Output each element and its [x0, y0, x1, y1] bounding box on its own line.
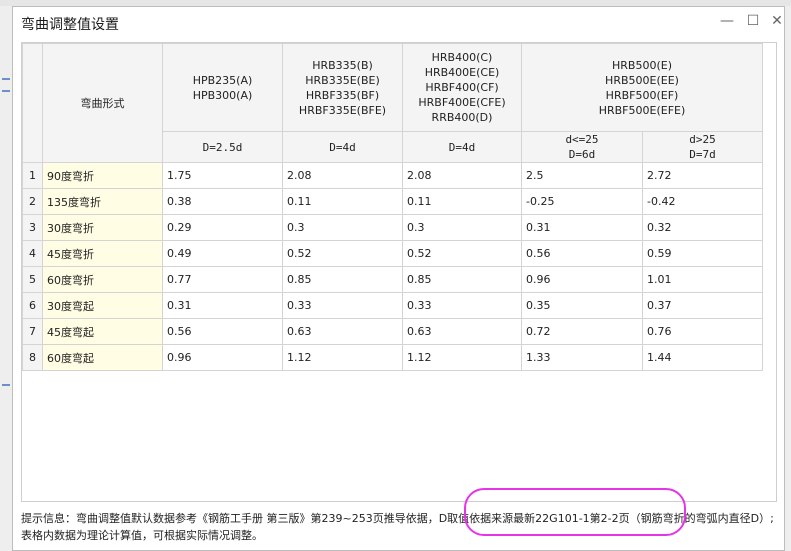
value-cell[interactable]: 2.72: [642, 162, 763, 189]
value-cell[interactable]: 1.12: [282, 344, 403, 371]
table-row[interactable]: 7 45度弯起 0.56 0.63 0.63 0.72 0.76: [22, 318, 763, 345]
bend-form-cell: 135度弯折: [42, 188, 163, 215]
bend-adjust-dialog: 弯曲调整值设置 — ☐ ✕ 弯曲形式 HPB235(A) HPB300(A) HR…: [12, 6, 785, 551]
value-cell[interactable]: 1.75: [162, 162, 283, 189]
value-cell[interactable]: 0.56: [521, 240, 643, 267]
value-cell[interactable]: 0.31: [521, 214, 643, 241]
row-number: 1: [22, 162, 43, 189]
value-cell[interactable]: 0.3: [282, 214, 403, 241]
maximize-button[interactable]: ☐: [742, 11, 764, 31]
diameter-header[interactable]: d<=25 D=6d: [521, 131, 643, 163]
value-cell[interactable]: 1.12: [402, 344, 522, 371]
bend-form-cell: 30度弯起: [42, 292, 163, 319]
value-cell[interactable]: -0.42: [642, 188, 763, 215]
row-number: 2: [22, 188, 43, 215]
value-cell[interactable]: 1.44: [642, 344, 763, 371]
value-cell[interactable]: 1.33: [521, 344, 643, 371]
form-column-header[interactable]: 弯曲形式: [42, 43, 163, 163]
bend-form-cell: 90度弯折: [42, 162, 163, 189]
bend-form-cell: 45度弯起: [42, 318, 163, 345]
group-header-hrb400[interactable]: HRB400(C) HRB400E(CE) HRBF400(CF) HRBF400E(…: [402, 43, 522, 132]
value-cell[interactable]: 0.52: [402, 240, 522, 267]
table-row[interactable]: 5 60度弯折 0.77 0.85 0.85 0.96 1.01: [22, 266, 763, 293]
bend-form-cell: 60度弯折: [42, 266, 163, 293]
dialog-titlebar: 弯曲调整值设置 — ☐ ✕: [13, 7, 784, 38]
background-window-right: [785, 6, 791, 551]
row-number: 4: [22, 240, 43, 267]
value-cell[interactable]: -0.25: [521, 188, 643, 215]
row-number: 6: [22, 292, 43, 319]
row-number: 3: [22, 214, 43, 241]
value-cell[interactable]: 0.11: [402, 188, 522, 215]
table-container: 弯曲形式 HPB235(A) HPB300(A) HRB335(B) HRB335E…: [21, 42, 777, 502]
value-cell[interactable]: 0.63: [402, 318, 522, 345]
value-cell[interactable]: 0.49: [162, 240, 283, 267]
value-cell[interactable]: 0.29: [162, 214, 283, 241]
background-mark: [2, 90, 10, 92]
value-cell[interactable]: 0.32: [642, 214, 763, 241]
value-cell[interactable]: 0.77: [162, 266, 283, 293]
row-number: 5: [22, 266, 43, 293]
value-cell[interactable]: 0.52: [282, 240, 403, 267]
value-cell[interactable]: 0.63: [282, 318, 403, 345]
bend-form-cell: 45度弯折: [42, 240, 163, 267]
value-cell[interactable]: 0.33: [282, 292, 403, 319]
value-cell[interactable]: 1.01: [642, 266, 763, 293]
table-row[interactable]: 2 135度弯折 0.38 0.11 0.11 -0.25 -0.42: [22, 188, 763, 215]
value-cell[interactable]: 2.08: [282, 162, 403, 189]
table-row[interactable]: 4 45度弯折 0.49 0.52 0.52 0.56 0.59: [22, 240, 763, 267]
table-row[interactable]: 1 90度弯折 1.75 2.08 2.08 2.5 2.72: [22, 162, 763, 189]
diameter-header[interactable]: D=2.5d: [162, 131, 283, 163]
background-window-left: [0, 6, 12, 551]
table-row[interactable]: 6 30度弯起 0.31 0.33 0.33 0.35 0.37: [22, 292, 763, 319]
value-cell[interactable]: 2.5: [521, 162, 643, 189]
value-cell[interactable]: 0.33: [402, 292, 522, 319]
group-header-hrb500[interactable]: HRB500(E) HRB500E(EE) HRBF500(EF) HRBF500E(…: [521, 43, 763, 132]
info-message: 提示信息：弯曲调整值默认数据参考《钢筋工手册 第三版》第239~253页推导依据…: [21, 510, 781, 544]
value-cell[interactable]: 0.11: [282, 188, 403, 215]
value-cell[interactable]: 0.76: [642, 318, 763, 345]
dialog-title: 弯曲调整值设置: [21, 17, 119, 33]
value-cell[interactable]: 0.37: [642, 292, 763, 319]
value-cell[interactable]: 2.08: [402, 162, 522, 189]
close-button[interactable]: ✕: [766, 11, 788, 31]
diameter-header[interactable]: d>25 D=7d: [642, 131, 763, 163]
value-cell[interactable]: 0.56: [162, 318, 283, 345]
value-cell[interactable]: 0.96: [521, 266, 643, 293]
value-cell[interactable]: 0.38: [162, 188, 283, 215]
group-header-hpb[interactable]: HPB235(A) HPB300(A): [162, 43, 283, 132]
background-mark: [2, 384, 10, 386]
table-row[interactable]: 3 30度弯折 0.29 0.3 0.3 0.31 0.32: [22, 214, 763, 241]
diameter-header[interactable]: D=4d: [282, 131, 403, 163]
value-cell[interactable]: 0.3: [402, 214, 522, 241]
group-header-hrb335[interactable]: HRB335(B) HRB335E(BE) HRBF335(BF) HRBF335E(…: [282, 43, 403, 132]
background-mark: [2, 78, 10, 80]
value-cell[interactable]: 0.59: [642, 240, 763, 267]
value-cell[interactable]: 0.85: [402, 266, 522, 293]
minimize-button[interactable]: —: [716, 11, 738, 31]
info-text-part1: 提示信息：弯曲调整值默认数据参考《钢筋工手册 第三版》第239~253页推导依据…: [21, 512, 439, 525]
corner-cell: [22, 43, 43, 163]
diameter-header[interactable]: D=4d: [402, 131, 522, 163]
row-number: 7: [22, 318, 43, 345]
value-cell[interactable]: 0.96: [162, 344, 283, 371]
row-number: 8: [22, 344, 43, 371]
value-cell[interactable]: 0.31: [162, 292, 283, 319]
table-row[interactable]: 8 60度弯起 0.96 1.12 1.12 1.33 1.44: [22, 344, 763, 371]
value-cell[interactable]: 0.85: [282, 266, 403, 293]
info-text-highlighted: D取值依据来源最新22G101-1第2-2页: [438, 512, 630, 525]
value-cell[interactable]: 0.35: [521, 292, 643, 319]
bend-adjust-table: 弯曲形式 HPB235(A) HPB300(A) HRB335(B) HRB335E…: [22, 43, 763, 371]
bend-form-cell: 60度弯起: [42, 344, 163, 371]
bend-form-cell: 30度弯折: [42, 214, 163, 241]
value-cell[interactable]: 0.72: [521, 318, 643, 345]
